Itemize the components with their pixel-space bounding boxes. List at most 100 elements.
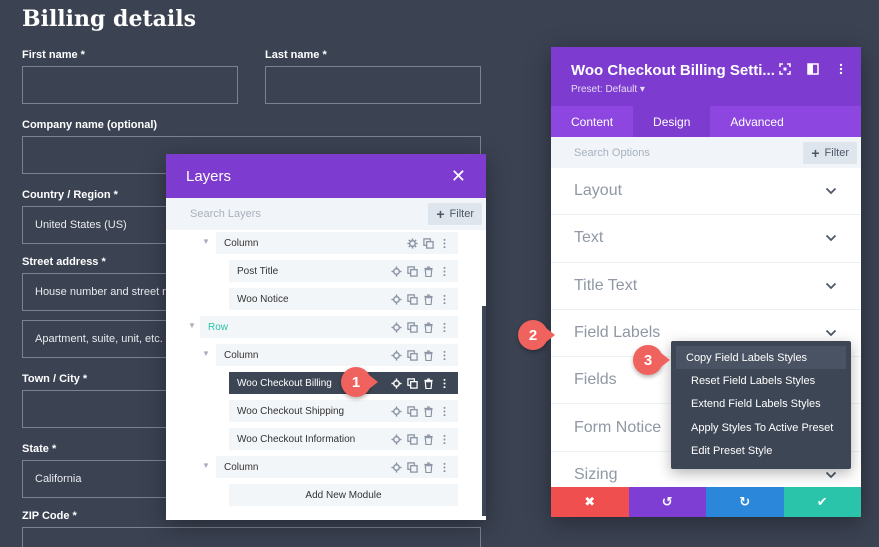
fullscreen-icon[interactable] <box>779 63 791 75</box>
menu-extend-styles[interactable]: Extend Field Labels Styles <box>676 393 846 416</box>
layers-search-input[interactable]: Search Layers <box>190 208 261 220</box>
layer-name: Woo Notice <box>237 293 289 305</box>
step-badge-3: 3 <box>633 345 663 375</box>
layers-scrollbar[interactable] <box>482 306 486 516</box>
trash-icon[interactable] <box>423 433 434 445</box>
caret-down-icon[interactable]: ▼ <box>202 461 210 470</box>
layers-title: Layers <box>186 167 232 185</box>
layer-actions <box>391 461 458 473</box>
duplicate-icon[interactable] <box>407 461 418 473</box>
duplicate-icon[interactable] <box>407 433 418 445</box>
layers-search-bar: Search Layers + Filter <box>166 198 486 230</box>
more-icon[interactable] <box>835 63 847 75</box>
tab-advanced[interactable]: Advanced <box>710 106 803 137</box>
gear-icon[interactable] <box>391 461 402 473</box>
layers-filter-button[interactable]: + Filter <box>428 203 482 225</box>
header-icons <box>779 63 847 75</box>
more-icon[interactable] <box>439 350 450 361</box>
group-title-text[interactable]: Title Text <box>551 263 861 310</box>
save-button[interactable]: ✔ <box>783 487 861 517</box>
more-icon[interactable] <box>439 322 450 333</box>
step-badge-1: 1 <box>341 367 371 397</box>
caret-down-icon[interactable]: ▼ <box>202 237 210 246</box>
more-icon[interactable] <box>439 434 450 445</box>
more-icon[interactable] <box>439 462 450 473</box>
duplicate-icon[interactable] <box>407 265 418 277</box>
cancel-button[interactable]: ✖ <box>551 487 629 517</box>
preset-dropdown[interactable]: Preset: Default ▾ <box>571 84 645 95</box>
gear-icon[interactable] <box>391 293 402 305</box>
caret-down-icon[interactable]: ▼ <box>188 321 196 330</box>
group-label: Layout <box>574 182 623 200</box>
last-name-input[interactable] <box>265 66 481 104</box>
close-icon[interactable]: ✕ <box>451 167 466 185</box>
gear-icon[interactable] <box>407 237 418 249</box>
layer-actions <box>391 265 458 277</box>
trash-icon[interactable] <box>423 321 434 333</box>
layers-header: Layers ✕ <box>166 154 486 198</box>
layer-woo-checkout-shipping[interactable]: Woo Checkout Shipping <box>229 400 458 422</box>
layer-post-title[interactable]: Post Title <box>229 260 458 282</box>
zip-input[interactable] <box>22 527 481 547</box>
layer-column-2[interactable]: Column <box>216 344 458 366</box>
group-text[interactable]: Text <box>551 215 861 263</box>
settings-tabs: Content Design Advanced <box>551 106 861 137</box>
more-icon[interactable] <box>439 378 450 389</box>
tab-content[interactable]: Content <box>551 106 633 137</box>
layers-filter-label: Filter <box>449 208 474 220</box>
layer-row[interactable]: Row <box>200 316 458 338</box>
duplicate-icon[interactable] <box>407 321 418 333</box>
trash-icon[interactable] <box>423 349 434 361</box>
gear-icon[interactable] <box>391 433 402 445</box>
layer-name: Woo Checkout Information <box>237 433 356 445</box>
split-view-icon[interactable] <box>807 63 819 75</box>
group-layout[interactable]: Layout <box>551 168 861 216</box>
field-labels-context-menu: Copy Field Labels Styles Reset Field Lab… <box>671 341 851 469</box>
settings-filter-button[interactable]: + Filter <box>803 141 857 164</box>
layer-name: Woo Checkout Shipping <box>237 405 345 417</box>
chevron-down-icon <box>825 235 837 242</box>
undo-button[interactable]: ↺ <box>628 487 706 517</box>
more-icon[interactable] <box>439 238 450 249</box>
layer-woo-notice[interactable]: Woo Notice <box>229 288 458 310</box>
gear-icon[interactable] <box>391 405 402 417</box>
more-icon[interactable] <box>439 406 450 417</box>
settings-footer: ✖ ↺ ↻ ✔ <box>551 487 861 517</box>
menu-reset-styles[interactable]: Reset Field Labels Styles <box>676 369 846 392</box>
layer-column-1[interactable]: Column <box>216 232 458 254</box>
gear-icon[interactable] <box>391 349 402 361</box>
duplicate-icon[interactable] <box>407 349 418 361</box>
layers-tree: ▼ Column Post Title Woo Notice ▼ Row ▼ C… <box>166 230 486 520</box>
group-label: Title Text <box>574 276 638 294</box>
menu-edit-preset-style[interactable]: Edit Preset Style <box>676 440 846 463</box>
layer-woo-checkout-information[interactable]: Woo Checkout Information <box>229 428 458 450</box>
gear-icon[interactable] <box>391 321 402 333</box>
gear-icon[interactable] <box>391 265 402 277</box>
trash-icon[interactable] <box>423 265 434 277</box>
group-label: Form Notice <box>574 418 662 436</box>
duplicate-icon[interactable] <box>407 405 418 417</box>
more-icon[interactable] <box>439 294 450 305</box>
caret-down-icon[interactable]: ▼ <box>202 349 210 358</box>
duplicate-icon[interactable] <box>407 293 418 305</box>
trash-icon[interactable] <box>423 293 434 305</box>
layer-actions <box>391 433 458 445</box>
layer-actions <box>391 321 458 333</box>
search-options-input[interactable]: Search Options <box>574 147 650 159</box>
more-icon[interactable] <box>439 266 450 277</box>
duplicate-icon[interactable] <box>407 377 418 389</box>
tab-design[interactable]: Design <box>633 106 711 137</box>
trash-icon[interactable] <box>423 405 434 417</box>
trash-icon[interactable] <box>423 461 434 473</box>
menu-apply-to-preset[interactable]: Apply Styles To Active Preset <box>676 416 846 439</box>
trash-icon[interactable] <box>423 377 434 389</box>
state-label: State * <box>22 443 57 455</box>
add-new-module-button[interactable]: Add New Module <box>229 484 458 506</box>
group-label: Field Labels <box>574 324 661 342</box>
gear-icon[interactable] <box>391 377 402 389</box>
first-name-input[interactable] <box>22 66 238 104</box>
menu-copy-styles[interactable]: Copy Field Labels Styles <box>676 346 846 370</box>
redo-button[interactable]: ↻ <box>706 487 784 517</box>
layer-column-3[interactable]: Column <box>216 456 458 478</box>
duplicate-icon[interactable] <box>423 237 434 249</box>
